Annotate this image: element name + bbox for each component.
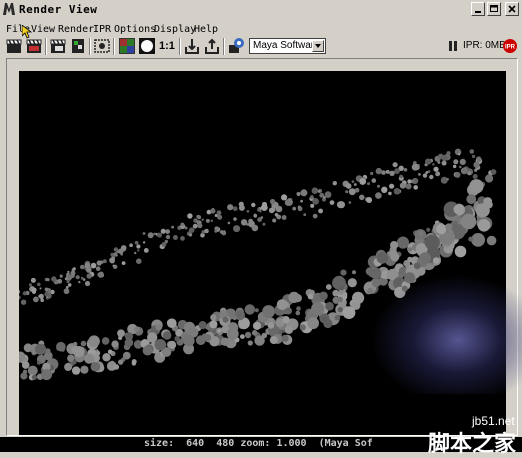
maximize-icon [490,5,498,12]
chevron-down-icon [315,44,321,48]
status-text: size: 640 480 zoom: 1.000 (Maya Sof [144,438,373,449]
menu-bar: File View Render IPR Options Display Hel… [0,22,522,38]
dropdown-arrow[interactable] [312,40,324,52]
app-icon [3,3,15,15]
menu-help[interactable]: Help [194,24,218,35]
ipr-badge-label: IPR [505,45,516,51]
close-button[interactable] [505,2,519,16]
render-region-icon[interactable] [69,37,87,55]
window-title: Render View [19,3,98,16]
pause-icon[interactable] [444,37,462,55]
ratio-1to1-button[interactable]: 1:1 [159,40,175,52]
watermark-name: 脚本之家 [428,432,517,457]
menu-view[interactable]: View [31,24,55,35]
toolbar-separator [179,38,181,55]
minimize-icon [475,11,481,13]
maximize-button[interactable] [487,2,501,16]
close-icon [508,5,516,13]
ipr-badge-icon[interactable]: IPR [501,37,519,55]
toolbar-separator [89,38,91,55]
ipr-memory-status: IPR: 0MB [463,40,506,51]
redo-render-icon[interactable] [25,37,43,55]
minimize-button[interactable] [471,2,485,16]
menu-ipr[interactable]: IPR [93,24,111,35]
color-channel-icon[interactable] [118,37,136,55]
toolbar: 1:1 Maya Software IPR: 0MB IPR [0,37,522,57]
keep-image-icon[interactable] [183,37,201,55]
title-bar: Render View [0,0,522,20]
toolbar-separator [223,38,225,55]
menu-options[interactable]: Options [114,24,156,35]
menu-render[interactable]: Render [58,24,94,35]
menu-display[interactable]: Display [154,24,196,35]
renderer-value: Maya Software [253,40,320,51]
snapshot-icon[interactable] [93,37,111,55]
renderer-dropdown[interactable]: Maya Software [249,38,326,54]
render-globals-icon[interactable] [227,37,245,55]
toolbar-separator [45,38,47,55]
render-clapper-icon[interactable] [5,37,23,55]
ipr-render-icon[interactable] [49,37,67,55]
alpha-channel-icon[interactable] [138,37,156,55]
viewport-glow [370,274,522,394]
toolbar-separator [113,38,115,55]
remove-image-icon[interactable] [203,37,221,55]
